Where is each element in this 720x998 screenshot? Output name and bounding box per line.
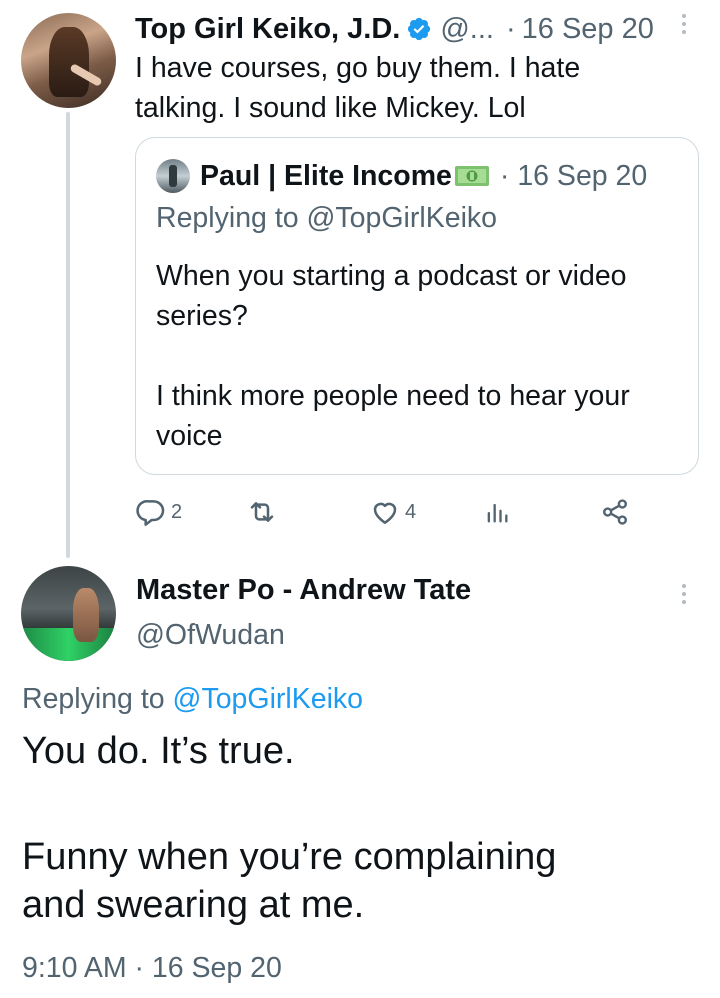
author-handle[interactable]: @...: [440, 13, 494, 46]
quoted-tweet-card[interactable]: Paul | Elite Income · 16 Sep 20 Replying…: [135, 137, 699, 475]
tweet-action-bar: 2 4: [135, 490, 695, 534]
like-count: 4: [405, 500, 417, 523]
author-avatar[interactable]: [21, 13, 116, 108]
tweet-text-line: talking. I sound like Mickey. Lol: [135, 92, 526, 124]
quoted-text-line: I think more people need to hear your: [156, 380, 630, 412]
tweet-text: You do. It’s true. Funny when you’re com…: [22, 727, 556, 929]
share-icon: [603, 499, 627, 525]
author-avatar[interactable]: [21, 566, 116, 661]
replying-to-mention-link[interactable]: @TopGirlKeiko: [173, 683, 364, 715]
quoted-author-name: Paul | Elite Income: [200, 159, 452, 192]
quoted-tweet-date: · 16 Sep 20: [500, 160, 647, 193]
tweet-date[interactable]: 16 Sep 20: [522, 13, 654, 46]
quoted-date-value: 16 Sep 20: [517, 159, 648, 192]
reply-button[interactable]: 2: [135, 496, 182, 528]
quoted-tweet-text: When you starting a podcast or video ser…: [156, 256, 686, 456]
meta-separator: ·: [505, 12, 516, 45]
analytics-icon: [487, 503, 508, 523]
tweet-text-line: Funny when you’re complaining: [22, 836, 557, 878]
quoted-text-line: When you starting a podcast or video: [156, 260, 627, 292]
meta-separator: ·: [134, 952, 145, 984]
quoted-tweet-header: Paul | Elite Income · 16 Sep 20: [156, 158, 647, 194]
tweet-text: I have courses, go buy them. I hate talk…: [135, 48, 695, 128]
tweet-text-line: You do. It’s true.: [22, 730, 295, 772]
reply-count: 2: [171, 500, 183, 523]
tweet-header: Top Girl Keiko, J.D. @... · 16 Sep 20: [135, 12, 654, 46]
heart-icon: [373, 502, 397, 524]
author-handle[interactable]: @OfWudan: [136, 619, 285, 652]
like-button[interactable]: 4: [369, 496, 416, 528]
retweet-button[interactable]: [245, 496, 279, 528]
more-options-icon[interactable]: [680, 584, 688, 604]
quoted-replying-to: Replying to @TopGirlKeiko: [156, 202, 497, 234]
tweet-text-line: and swearing at me.: [22, 884, 365, 926]
avatar-figure: [73, 588, 99, 642]
author-name[interactable]: Top Girl Keiko, J.D.: [135, 13, 400, 46]
meta-separator: ·: [499, 159, 510, 192]
analytics-button[interactable]: [483, 496, 511, 528]
tweet-text-line: I have courses, go buy them. I hate: [135, 52, 581, 84]
replying-to: Replying to @TopGirlKeiko: [22, 683, 363, 716]
verified-badge-icon: [408, 17, 431, 41]
money-bill-icon: [454, 166, 489, 186]
thread-connector-line: [66, 112, 70, 558]
avatar-figure: [49, 27, 89, 97]
tweet-date: 16 Sep 20: [151, 952, 282, 984]
avatar-background: [21, 628, 116, 661]
tweet-time: 9:10 AM: [22, 952, 127, 984]
quoted-text-line: voice: [156, 420, 223, 452]
quoted-author-avatar: [156, 159, 190, 193]
retweet-icon: [250, 502, 274, 522]
quoted-text-line: series?: [156, 300, 248, 332]
replying-to-label: Replying to: [22, 683, 173, 715]
more-options-icon[interactable]: [680, 14, 688, 34]
reply-icon: [136, 500, 165, 526]
share-button[interactable]: [599, 496, 631, 528]
author-name[interactable]: Master Po - Andrew Tate: [136, 574, 471, 607]
tweet-timestamp[interactable]: 9:10 AM · 16 Sep 20: [22, 952, 282, 985]
